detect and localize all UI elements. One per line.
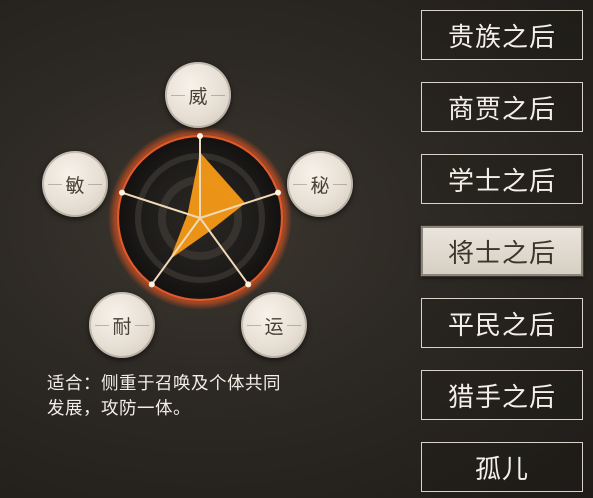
radar-spoke-end [119,189,126,196]
radar-spoke-end [245,281,252,288]
origin-button-orphan[interactable]: 孤儿 [421,442,583,492]
radar-spoke-end [274,189,281,196]
stat-node-min[interactable]: 敏 [42,151,108,217]
stat-node-wei[interactable]: 威 [165,62,231,128]
description-line-1: 适合：侧重于召唤及个体共同 [47,374,281,394]
stat-label-yun: 运 [264,315,284,338]
origin-button-scholar[interactable]: 学士之后 [421,154,583,204]
origin-button-commoner[interactable]: 平民之后 [421,298,583,348]
stat-label-wei: 威 [188,85,208,108]
stat-node-mi[interactable]: 秘 [287,151,353,217]
radar-spoke-end [148,281,155,288]
origin-button-noble[interactable]: 贵族之后 [421,10,583,60]
stat-label-nai: 耐 [112,315,132,338]
stat-node-nai[interactable]: 耐 [89,292,155,358]
stat-label-mi: 秘 [310,174,330,197]
stat-node-yun[interactable]: 运 [241,292,307,358]
description-line-2: 发展，攻防一体。 [47,399,191,419]
origin-button-soldier[interactable]: 将士之后 [421,226,583,276]
radar-spoke-end [197,133,203,139]
origin-description: 适合：侧重于召唤及个体共同 发展，攻防一体。 [47,372,377,422]
attribute-radar: 威 秘 运 耐 敏 [0,0,400,400]
origin-button-hunter[interactable]: 猎手之后 [421,370,583,420]
stat-label-min: 敏 [65,174,85,197]
origin-button-merchant[interactable]: 商贾之后 [421,82,583,132]
